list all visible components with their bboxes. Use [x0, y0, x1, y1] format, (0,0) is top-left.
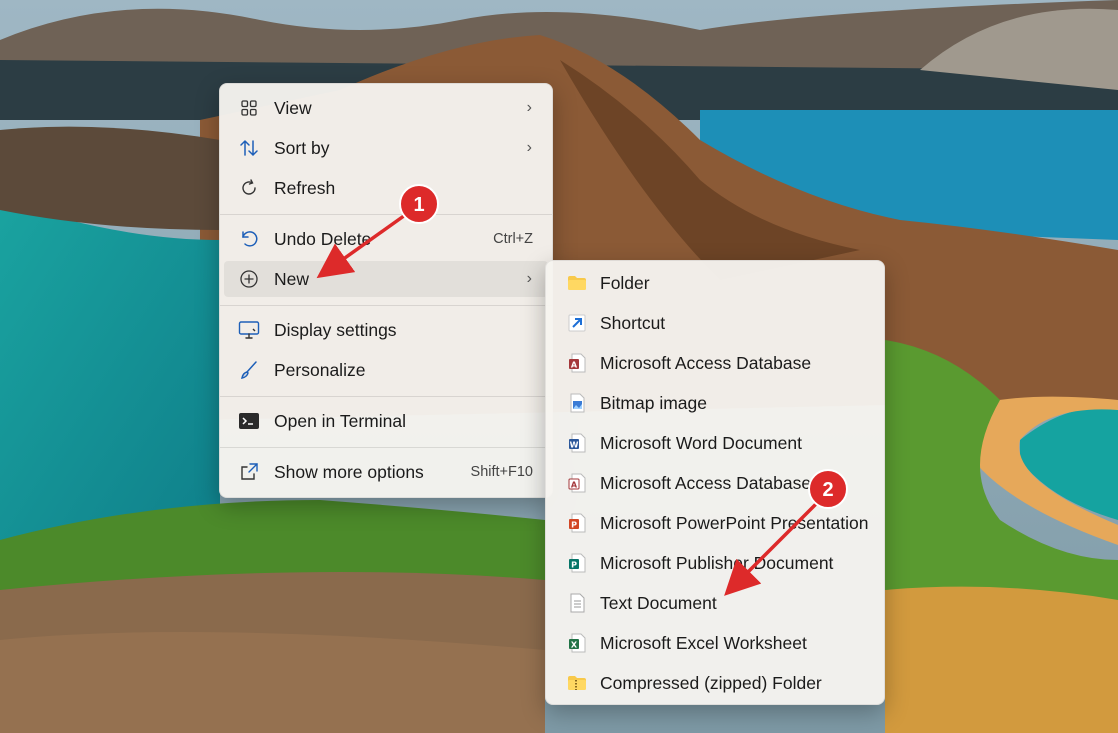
shortcut-text: Ctrl+Z — [493, 231, 533, 247]
bitmap-icon — [566, 392, 588, 414]
submenu-item-folder[interactable]: Folder — [550, 265, 880, 301]
share-icon — [238, 461, 260, 483]
menu-separator — [220, 396, 552, 397]
menu-item-label: View — [274, 97, 312, 118]
menu-item-refresh[interactable]: Refresh — [224, 170, 548, 206]
menu-item-label: Refresh — [274, 177, 336, 198]
monitor-icon — [238, 319, 260, 341]
submenu-item-publisher[interactable]: P Microsoft Publisher Document — [550, 545, 880, 581]
submenu-item-access-database-2[interactable]: A Microsoft Access Database — [550, 465, 880, 501]
submenu-item-compressed-folder[interactable]: Compressed (zipped) Folder — [550, 665, 880, 701]
submenu-item-label: Microsoft Publisher Document — [600, 552, 834, 573]
access-icon: A — [566, 472, 588, 494]
desktop-context-menu: View › Sort by › Refresh Undo Delete Ctr… — [219, 83, 553, 498]
submenu-item-label: Shortcut — [600, 312, 666, 333]
grid-icon — [238, 97, 260, 119]
menu-item-display-settings[interactable]: Display settings — [224, 312, 548, 348]
submenu-item-excel-worksheet[interactable]: X Microsoft Excel Worksheet — [550, 625, 880, 661]
submenu-item-word-document[interactable]: W Microsoft Word Document — [550, 425, 880, 461]
folder-icon — [566, 272, 588, 294]
menu-item-show-more-options[interactable]: Show more options Shift+F10 — [224, 454, 548, 490]
submenu-item-shortcut[interactable]: Shortcut — [550, 305, 880, 341]
submenu-item-label: Microsoft Word Document — [600, 432, 802, 453]
svg-text:A: A — [571, 481, 578, 490]
menu-item-label: Personalize — [274, 359, 366, 380]
svg-text:A: A — [571, 361, 578, 370]
submenu-item-powerpoint[interactable]: P Microsoft PowerPoint Presentation — [550, 505, 880, 541]
submenu-item-label: Compressed (zipped) Folder — [600, 672, 822, 693]
chevron-right-icon: › — [526, 139, 532, 156]
publisher-icon: P — [566, 552, 588, 574]
sort-arrows-icon — [238, 137, 260, 159]
submenu-item-label: Text Document — [600, 592, 717, 613]
submenu-item-label: Microsoft PowerPoint Presentation — [600, 512, 869, 533]
menu-item-undo-delete[interactable]: Undo Delete Ctrl+Z — [224, 221, 548, 257]
menu-item-open-in-terminal[interactable]: Open in Terminal — [224, 403, 548, 439]
menu-separator — [220, 305, 552, 306]
text-document-icon — [566, 592, 588, 614]
menu-item-view[interactable]: View › — [224, 90, 548, 126]
shortcut-arrow-icon — [566, 312, 588, 334]
brush-icon — [238, 359, 260, 381]
access-icon: A — [566, 352, 588, 374]
menu-item-label: Sort by — [274, 137, 330, 158]
new-submenu: Folder Shortcut A Microsoft Access Datab… — [545, 260, 885, 705]
submenu-item-bitmap-image[interactable]: Bitmap image — [550, 385, 880, 421]
svg-text:W: W — [570, 441, 579, 450]
terminal-icon — [238, 410, 260, 432]
submenu-item-label: Folder — [600, 272, 650, 293]
submenu-item-label: Bitmap image — [600, 392, 707, 413]
svg-text:X: X — [571, 641, 578, 650]
powerpoint-icon: P — [566, 512, 588, 534]
word-icon: W — [566, 432, 588, 454]
chevron-right-icon: › — [526, 270, 532, 287]
submenu-item-access-database[interactable]: A Microsoft Access Database — [550, 345, 880, 381]
plus-circle-icon — [238, 268, 260, 290]
undo-icon — [238, 228, 260, 250]
svg-text:P: P — [571, 561, 577, 570]
menu-item-new[interactable]: New › — [224, 261, 548, 297]
refresh-icon — [238, 177, 260, 199]
zip-folder-icon — [566, 672, 588, 694]
shortcut-text: Shift+F10 — [470, 464, 533, 480]
svg-text:P: P — [571, 521, 577, 530]
submenu-item-label: Microsoft Access Database — [600, 472, 812, 493]
excel-icon: X — [566, 632, 588, 654]
menu-item-label: New — [274, 268, 310, 289]
menu-separator — [220, 214, 552, 215]
menu-separator — [220, 447, 552, 448]
menu-item-label: Undo Delete — [274, 228, 372, 249]
chevron-right-icon: › — [526, 99, 532, 116]
menu-item-label: Open in Terminal — [274, 410, 406, 431]
submenu-item-label: Microsoft Access Database — [600, 352, 812, 373]
menu-item-sort-by[interactable]: Sort by › — [224, 130, 548, 166]
menu-item-label: Show more options — [274, 461, 424, 482]
submenu-item-text-document[interactable]: Text Document — [550, 585, 880, 621]
menu-item-label: Display settings — [274, 319, 397, 340]
menu-item-personalize[interactable]: Personalize — [224, 352, 548, 388]
submenu-item-label: Microsoft Excel Worksheet — [600, 632, 807, 653]
